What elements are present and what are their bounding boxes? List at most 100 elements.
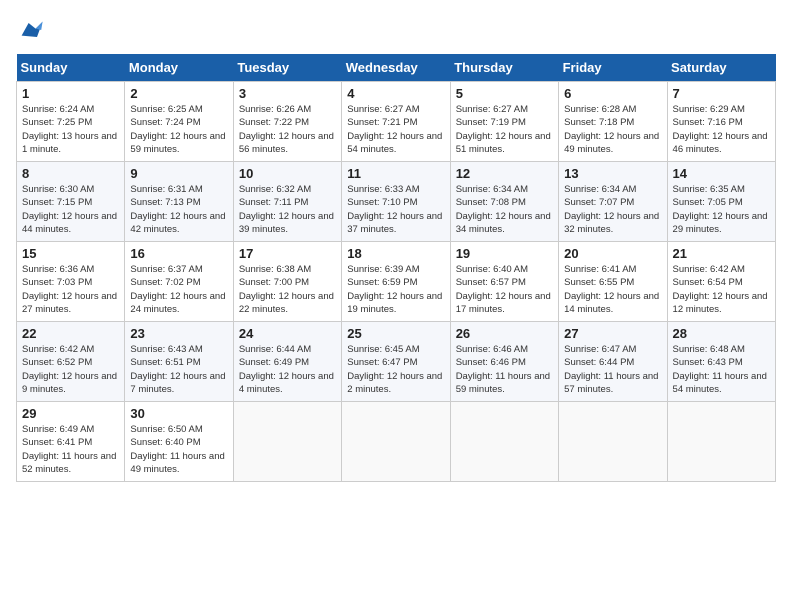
day-info: Sunrise: 6:37 AMSunset: 7:02 PMDaylight:… bbox=[130, 263, 227, 316]
calendar-cell bbox=[233, 402, 341, 482]
day-number: 20 bbox=[564, 246, 661, 261]
calendar-cell: 20 Sunrise: 6:41 AMSunset: 6:55 PMDaylig… bbox=[559, 242, 667, 322]
day-number: 4 bbox=[347, 86, 444, 101]
day-info: Sunrise: 6:34 AMSunset: 7:08 PMDaylight:… bbox=[456, 183, 553, 236]
day-number: 6 bbox=[564, 86, 661, 101]
day-info: Sunrise: 6:42 AMSunset: 6:52 PMDaylight:… bbox=[22, 343, 119, 396]
day-info: Sunrise: 6:43 AMSunset: 6:51 PMDaylight:… bbox=[130, 343, 227, 396]
day-number: 8 bbox=[22, 166, 119, 181]
day-info: Sunrise: 6:30 AMSunset: 7:15 PMDaylight:… bbox=[22, 183, 119, 236]
calendar-cell: 22 Sunrise: 6:42 AMSunset: 6:52 PMDaylig… bbox=[17, 322, 125, 402]
calendar-cell: 16 Sunrise: 6:37 AMSunset: 7:02 PMDaylig… bbox=[125, 242, 233, 322]
day-info: Sunrise: 6:44 AMSunset: 6:49 PMDaylight:… bbox=[239, 343, 336, 396]
calendar-cell: 4 Sunrise: 6:27 AMSunset: 7:21 PMDayligh… bbox=[342, 82, 450, 162]
weekday-header-thursday: Thursday bbox=[450, 54, 558, 82]
weekday-header-monday: Monday bbox=[125, 54, 233, 82]
calendar-cell: 18 Sunrise: 6:39 AMSunset: 6:59 PMDaylig… bbox=[342, 242, 450, 322]
day-info: Sunrise: 6:27 AMSunset: 7:21 PMDaylight:… bbox=[347, 103, 444, 156]
day-info: Sunrise: 6:35 AMSunset: 7:05 PMDaylight:… bbox=[673, 183, 770, 236]
page-header bbox=[16, 16, 776, 44]
weekday-header-sunday: Sunday bbox=[17, 54, 125, 82]
calendar-table: SundayMondayTuesdayWednesdayThursdayFrid… bbox=[16, 54, 776, 482]
calendar-cell: 7 Sunrise: 6:29 AMSunset: 7:16 PMDayligh… bbox=[667, 82, 775, 162]
day-number: 22 bbox=[22, 326, 119, 341]
day-info: Sunrise: 6:34 AMSunset: 7:07 PMDaylight:… bbox=[564, 183, 661, 236]
day-number: 5 bbox=[456, 86, 553, 101]
day-number: 3 bbox=[239, 86, 336, 101]
calendar-cell: 19 Sunrise: 6:40 AMSunset: 6:57 PMDaylig… bbox=[450, 242, 558, 322]
day-number: 2 bbox=[130, 86, 227, 101]
calendar-cell: 12 Sunrise: 6:34 AMSunset: 7:08 PMDaylig… bbox=[450, 162, 558, 242]
calendar-cell: 13 Sunrise: 6:34 AMSunset: 7:07 PMDaylig… bbox=[559, 162, 667, 242]
day-number: 10 bbox=[239, 166, 336, 181]
calendar-cell: 14 Sunrise: 6:35 AMSunset: 7:05 PMDaylig… bbox=[667, 162, 775, 242]
day-number: 13 bbox=[564, 166, 661, 181]
calendar-cell: 15 Sunrise: 6:36 AMSunset: 7:03 PMDaylig… bbox=[17, 242, 125, 322]
day-number: 23 bbox=[130, 326, 227, 341]
day-info: Sunrise: 6:36 AMSunset: 7:03 PMDaylight:… bbox=[22, 263, 119, 316]
day-number: 12 bbox=[456, 166, 553, 181]
day-info: Sunrise: 6:47 AMSunset: 6:44 PMDaylight:… bbox=[564, 343, 661, 396]
day-info: Sunrise: 6:31 AMSunset: 7:13 PMDaylight:… bbox=[130, 183, 227, 236]
weekday-header-tuesday: Tuesday bbox=[233, 54, 341, 82]
day-number: 29 bbox=[22, 406, 119, 421]
calendar-cell: 6 Sunrise: 6:28 AMSunset: 7:18 PMDayligh… bbox=[559, 82, 667, 162]
day-number: 30 bbox=[130, 406, 227, 421]
day-info: Sunrise: 6:28 AMSunset: 7:18 PMDaylight:… bbox=[564, 103, 661, 156]
day-info: Sunrise: 6:42 AMSunset: 6:54 PMDaylight:… bbox=[673, 263, 770, 316]
day-number: 28 bbox=[673, 326, 770, 341]
weekday-header-friday: Friday bbox=[559, 54, 667, 82]
calendar-cell bbox=[667, 402, 775, 482]
day-info: Sunrise: 6:49 AMSunset: 6:41 PMDaylight:… bbox=[22, 423, 119, 476]
calendar-cell: 10 Sunrise: 6:32 AMSunset: 7:11 PMDaylig… bbox=[233, 162, 341, 242]
calendar-cell: 29 Sunrise: 6:49 AMSunset: 6:41 PMDaylig… bbox=[17, 402, 125, 482]
calendar-cell: 8 Sunrise: 6:30 AMSunset: 7:15 PMDayligh… bbox=[17, 162, 125, 242]
day-info: Sunrise: 6:41 AMSunset: 6:55 PMDaylight:… bbox=[564, 263, 661, 316]
day-number: 9 bbox=[130, 166, 227, 181]
calendar-cell: 5 Sunrise: 6:27 AMSunset: 7:19 PMDayligh… bbox=[450, 82, 558, 162]
calendar-cell: 17 Sunrise: 6:38 AMSunset: 7:00 PMDaylig… bbox=[233, 242, 341, 322]
day-info: Sunrise: 6:48 AMSunset: 6:43 PMDaylight:… bbox=[673, 343, 770, 396]
calendar-cell bbox=[342, 402, 450, 482]
day-number: 24 bbox=[239, 326, 336, 341]
calendar-cell: 11 Sunrise: 6:33 AMSunset: 7:10 PMDaylig… bbox=[342, 162, 450, 242]
day-info: Sunrise: 6:24 AMSunset: 7:25 PMDaylight:… bbox=[22, 103, 119, 156]
day-number: 26 bbox=[456, 326, 553, 341]
logo-icon bbox=[16, 16, 44, 44]
day-info: Sunrise: 6:26 AMSunset: 7:22 PMDaylight:… bbox=[239, 103, 336, 156]
day-info: Sunrise: 6:29 AMSunset: 7:16 PMDaylight:… bbox=[673, 103, 770, 156]
day-info: Sunrise: 6:27 AMSunset: 7:19 PMDaylight:… bbox=[456, 103, 553, 156]
day-info: Sunrise: 6:38 AMSunset: 7:00 PMDaylight:… bbox=[239, 263, 336, 316]
calendar-cell: 3 Sunrise: 6:26 AMSunset: 7:22 PMDayligh… bbox=[233, 82, 341, 162]
logo bbox=[16, 16, 48, 44]
calendar-cell: 30 Sunrise: 6:50 AMSunset: 6:40 PMDaylig… bbox=[125, 402, 233, 482]
calendar-cell: 9 Sunrise: 6:31 AMSunset: 7:13 PMDayligh… bbox=[125, 162, 233, 242]
calendar-cell: 2 Sunrise: 6:25 AMSunset: 7:24 PMDayligh… bbox=[125, 82, 233, 162]
day-info: Sunrise: 6:45 AMSunset: 6:47 PMDaylight:… bbox=[347, 343, 444, 396]
calendar-cell bbox=[559, 402, 667, 482]
day-number: 17 bbox=[239, 246, 336, 261]
day-number: 1 bbox=[22, 86, 119, 101]
day-number: 15 bbox=[22, 246, 119, 261]
calendar-cell: 21 Sunrise: 6:42 AMSunset: 6:54 PMDaylig… bbox=[667, 242, 775, 322]
calendar-cell: 25 Sunrise: 6:45 AMSunset: 6:47 PMDaylig… bbox=[342, 322, 450, 402]
calendar-cell: 23 Sunrise: 6:43 AMSunset: 6:51 PMDaylig… bbox=[125, 322, 233, 402]
day-info: Sunrise: 6:32 AMSunset: 7:11 PMDaylight:… bbox=[239, 183, 336, 236]
day-number: 21 bbox=[673, 246, 770, 261]
calendar-cell bbox=[450, 402, 558, 482]
day-number: 14 bbox=[673, 166, 770, 181]
day-number: 11 bbox=[347, 166, 444, 181]
calendar-cell: 27 Sunrise: 6:47 AMSunset: 6:44 PMDaylig… bbox=[559, 322, 667, 402]
day-info: Sunrise: 6:33 AMSunset: 7:10 PMDaylight:… bbox=[347, 183, 444, 236]
calendar-cell: 26 Sunrise: 6:46 AMSunset: 6:46 PMDaylig… bbox=[450, 322, 558, 402]
day-number: 25 bbox=[347, 326, 444, 341]
weekday-header-saturday: Saturday bbox=[667, 54, 775, 82]
day-number: 27 bbox=[564, 326, 661, 341]
calendar-cell: 28 Sunrise: 6:48 AMSunset: 6:43 PMDaylig… bbox=[667, 322, 775, 402]
day-info: Sunrise: 6:40 AMSunset: 6:57 PMDaylight:… bbox=[456, 263, 553, 316]
day-number: 7 bbox=[673, 86, 770, 101]
day-info: Sunrise: 6:50 AMSunset: 6:40 PMDaylight:… bbox=[130, 423, 227, 476]
day-info: Sunrise: 6:46 AMSunset: 6:46 PMDaylight:… bbox=[456, 343, 553, 396]
calendar-cell: 24 Sunrise: 6:44 AMSunset: 6:49 PMDaylig… bbox=[233, 322, 341, 402]
calendar-cell: 1 Sunrise: 6:24 AMSunset: 7:25 PMDayligh… bbox=[17, 82, 125, 162]
